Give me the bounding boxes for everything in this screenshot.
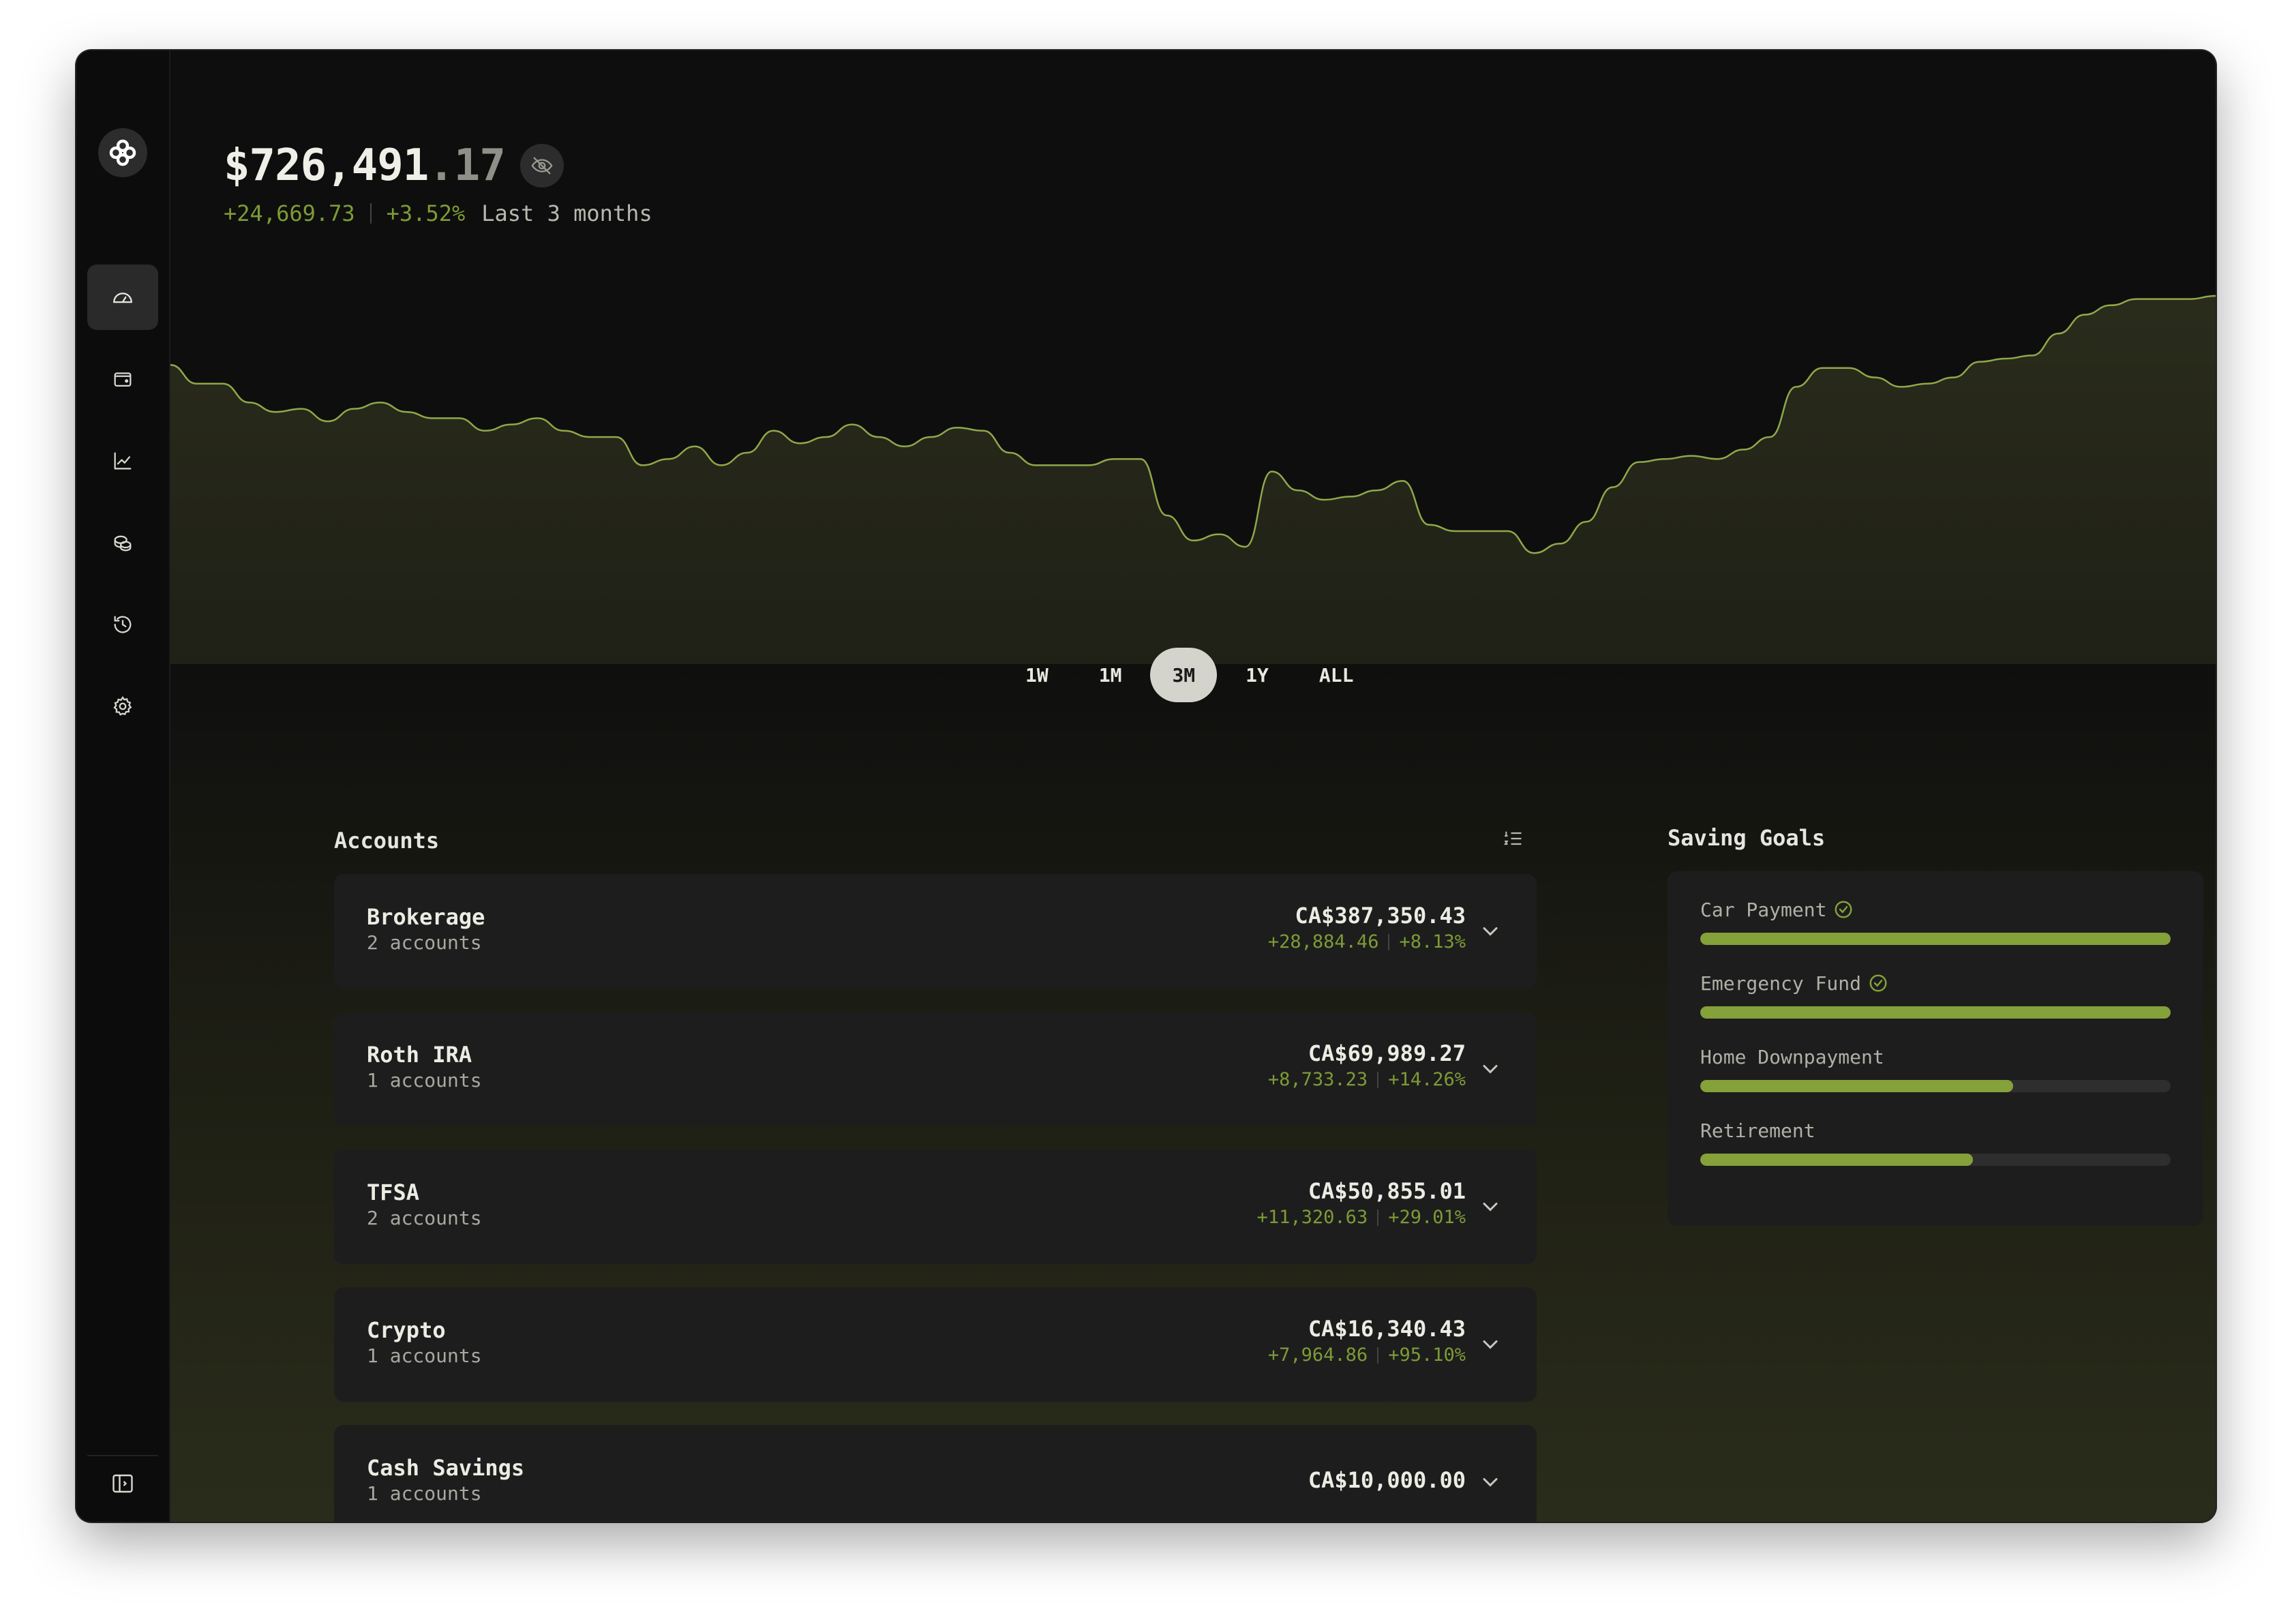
app-window: $726,491.17 +24,669.73 +3.52% Last 3 mon… — [76, 50, 2216, 1522]
separator — [1377, 1071, 1379, 1088]
goal-label: Retirement — [1700, 1119, 1815, 1142]
coins-icon — [114, 535, 132, 552]
goal-progress-bar — [1700, 1006, 2171, 1019]
balance-block: $726,491.17 +24,669.73 +3.52% Last 3 mon… — [224, 140, 652, 226]
chevron-down-icon[interactable] — [1478, 1332, 1503, 1357]
account-percent: +14.26% — [1388, 1069, 1466, 1090]
account-card-crypto[interactable]: Crypto 1 accounts CA$16,340.43 +7,964.86… — [334, 1287, 1537, 1402]
change-amount: +24,669.73 — [224, 200, 355, 226]
account-percent: +8.13% — [1399, 931, 1466, 952]
goal-home-downpayment[interactable]: Home Downpayment — [1700, 1043, 2171, 1092]
sidebar-divider — [87, 1455, 158, 1456]
nav-dashboard[interactable] — [87, 265, 158, 330]
sidebar-toggle-button[interactable] — [104, 1464, 142, 1503]
nav-accounts[interactable] — [87, 346, 158, 412]
goal-progress-fill — [1700, 1080, 2013, 1092]
change-percent: +3.52% — [386, 200, 466, 226]
hide-balance-button[interactable] — [519, 144, 564, 187]
account-percent: +95.10% — [1388, 1344, 1466, 1366]
chevron-down-icon[interactable] — [1478, 919, 1503, 944]
gear-icon — [113, 695, 132, 716]
main-area: $726,491.17 +24,669.73 +3.52% Last 3 mon… — [170, 50, 2216, 1522]
goal-label: Car Payment — [1700, 898, 1827, 921]
balance-main: $726,491 — [224, 140, 429, 191]
range-tab-1y[interactable]: 1Y — [1224, 648, 1291, 702]
separator — [370, 203, 372, 224]
portfolio-chart — [170, 295, 2216, 664]
chart-area — [170, 296, 2216, 664]
accounts-sort-button[interactable] — [1500, 825, 1527, 852]
check-circle-icon — [1869, 974, 1887, 992]
total-balance: $726,491.17 — [224, 140, 506, 191]
range-tab-1w[interactable]: 1W — [1004, 648, 1070, 702]
goal-label: Home Downpayment — [1700, 1045, 1884, 1068]
goal-progress-bar — [1700, 933, 2171, 945]
range-tabs: 1W 1M 3M 1Y ALL — [1004, 648, 1375, 702]
nav-settings[interactable] — [87, 674, 158, 739]
separator — [1377, 1209, 1379, 1226]
account-card-brokerage[interactable]: Brokerage 2 accounts CA$387,350.43 +28,8… — [334, 874, 1537, 989]
nav-income[interactable] — [87, 510, 158, 575]
account-value: CA$16,340.43 — [1308, 1316, 1466, 1342]
chevron-down-icon[interactable] — [1478, 1057, 1503, 1081]
account-name: TFSA — [367, 1179, 420, 1205]
sidebar-toggle-icon — [112, 1474, 133, 1493]
goal-progress-bar — [1700, 1154, 2171, 1166]
balance-change: +24,669.73 +3.52% Last 3 months — [224, 200, 652, 226]
goal-retirement[interactable]: Retirement — [1700, 1117, 2171, 1166]
goal-car-payment[interactable]: Car Payment — [1700, 896, 2171, 945]
wallet-icon — [114, 372, 132, 387]
check-circle-icon — [1835, 901, 1852, 918]
saving-goals-heading: Saving Goals — [1668, 825, 1826, 851]
app-logo[interactable] — [98, 128, 147, 177]
chevron-down-icon[interactable] — [1478, 1194, 1503, 1219]
account-change: +8,733.23 — [1267, 1069, 1368, 1090]
list-order-icon — [1504, 831, 1522, 845]
account-value: CA$50,855.01 — [1308, 1178, 1466, 1204]
account-percent: +29.01% — [1388, 1207, 1466, 1228]
goal-emergency-fund[interactable]: Emergency Fund — [1700, 969, 2171, 1019]
change-period: Last 3 months — [481, 200, 652, 226]
account-value: CA$10,000.00 — [1308, 1467, 1466, 1493]
balance-cents: .17 — [428, 140, 506, 191]
gauge-icon — [113, 292, 132, 303]
account-name: Crypto — [367, 1317, 446, 1343]
account-count: 1 accounts — [367, 1069, 482, 1092]
account-change: +11,320.63 — [1256, 1207, 1368, 1228]
account-card-cash-savings[interactable]: Cash Savings 1 accounts CA$10,000.00 — [334, 1425, 1537, 1522]
account-value: CA$387,350.43 — [1295, 903, 1466, 929]
account-name: Brokerage — [367, 904, 485, 930]
nav-performance[interactable] — [87, 428, 158, 494]
account-card-roth-ira[interactable]: Roth IRA 1 accounts CA$69,989.27 +8,733.… — [334, 1012, 1537, 1126]
account-count: 1 accounts — [367, 1482, 482, 1505]
history-icon — [114, 616, 132, 633]
account-value: CA$69,989.27 — [1308, 1040, 1466, 1066]
account-card-tfsa[interactable]: TFSA 2 accounts CA$50,855.01 +11,320.63 +… — [334, 1149, 1537, 1264]
eye-off-icon — [531, 157, 553, 175]
account-count: 2 accounts — [367, 931, 482, 954]
goal-progress-bar — [1700, 1080, 2171, 1092]
sidebar — [76, 50, 170, 1522]
saving-goals-card: Car Payment Emergency Fund Home Downpaym… — [1668, 871, 2203, 1226]
account-name: Cash Savings — [367, 1455, 525, 1481]
account-name: Roth IRA — [367, 1042, 472, 1068]
separator — [1377, 1347, 1379, 1364]
range-tab-1m[interactable]: 1M — [1077, 648, 1144, 702]
separator — [1388, 933, 1390, 950]
chevron-down-icon[interactable] — [1478, 1470, 1503, 1494]
accounts-heading: Accounts — [334, 828, 440, 854]
range-tab-3m[interactable]: 3M — [1150, 648, 1218, 702]
account-change: +28,884.46 — [1267, 931, 1379, 952]
goal-progress-fill — [1700, 933, 2171, 945]
nav-activity[interactable] — [87, 592, 158, 657]
logo-icon — [109, 139, 136, 166]
range-tab-all[interactable]: ALL — [1297, 648, 1376, 702]
account-count: 1 accounts — [367, 1344, 482, 1367]
goal-progress-fill — [1700, 1154, 1974, 1166]
account-change: +7,964.86 — [1267, 1344, 1368, 1366]
trend-chart-icon — [114, 452, 132, 470]
goal-label: Emergency Fund — [1700, 972, 1862, 995]
goal-progress-fill — [1700, 1006, 2171, 1019]
account-count: 2 accounts — [367, 1207, 482, 1229]
